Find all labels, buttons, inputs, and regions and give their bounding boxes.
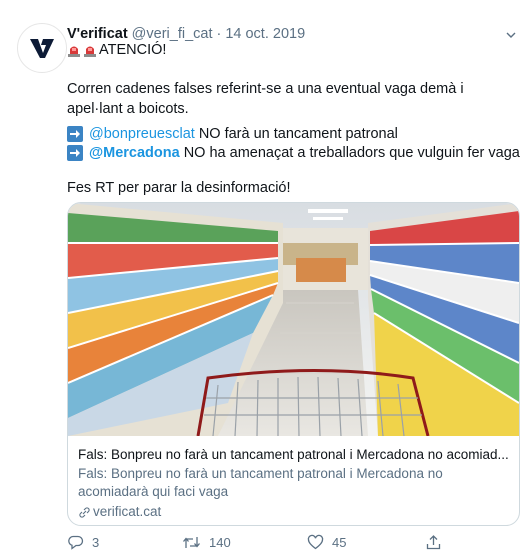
reply-count: 3 xyxy=(92,534,100,550)
list-item: @bonpreuesclat NO farà un tancament patr… xyxy=(67,124,398,144)
display-name[interactable]: V'erificat xyxy=(67,26,128,42)
share-button[interactable] xyxy=(425,533,450,551)
avatar[interactable] xyxy=(17,23,67,73)
card-text[interactable]: Fals: Bonpreu no farà un tancament patro… xyxy=(78,446,513,521)
mention-link[interactable]: @bonpreuesclat xyxy=(89,126,195,142)
card-title[interactable]: Fals: Bonpreu no farà un tancament patro… xyxy=(78,446,513,464)
reply-button[interactable]: 3 xyxy=(67,533,99,551)
list-item-text: NO ha amenaçat a treballadors que vulgui… xyxy=(183,145,520,161)
like-icon xyxy=(307,534,324,549)
like-button[interactable]: 45 xyxy=(307,533,346,551)
card-description: Fals: Bonpreu no farà un tancament patro… xyxy=(78,466,443,499)
tweet[interactable]: V'erificat @veri_fi_cat · 14 oct. 2019 A… xyxy=(0,0,523,554)
reply-icon xyxy=(68,535,84,550)
link-card[interactable]: Fals: Bonpreu no farà un tancament patro… xyxy=(67,202,520,526)
verificat-logo-icon xyxy=(30,39,54,58)
police-light-icon xyxy=(83,43,97,57)
retweet-button[interactable]: 140 xyxy=(182,533,231,551)
card-domain-text: verificat.cat xyxy=(93,504,162,519)
alert-line: ATENCIÓ! xyxy=(67,41,166,59)
chevron-down-icon[interactable] xyxy=(504,28,518,42)
arrow-right-icon xyxy=(67,126,83,142)
tweet-date[interactable]: 14 oct. 2019 xyxy=(225,26,305,42)
tweet-paragraph: Fes RT per parar la desinformació! xyxy=(67,180,291,196)
link-icon xyxy=(79,506,90,518)
tweet-paragraph: Corren cadenes falses referint-se a una … xyxy=(67,81,464,117)
list-item-text: NO farà un tancament patronal xyxy=(198,126,398,142)
list-item: @Mercadona NO ha amenaçat a treballadors… xyxy=(67,143,520,163)
alert-text: ATENCIÓ! xyxy=(99,42,167,58)
mention-link[interactable]: @Mercadona xyxy=(89,145,180,161)
supermarket-aisle-image[interactable] xyxy=(68,203,519,436)
tweet-actions: 3 140 45 xyxy=(67,533,507,551)
retweet-count: 140 xyxy=(209,534,231,550)
user-handle[interactable]: @veri_fi_cat xyxy=(132,26,213,42)
police-light-icon xyxy=(67,43,81,57)
like-count: 45 xyxy=(332,534,347,550)
card-domain: verificat.cat xyxy=(78,503,513,521)
retweet-icon xyxy=(183,536,200,548)
separator: · xyxy=(216,26,222,42)
arrow-right-icon xyxy=(67,145,83,161)
share-icon xyxy=(426,534,441,549)
